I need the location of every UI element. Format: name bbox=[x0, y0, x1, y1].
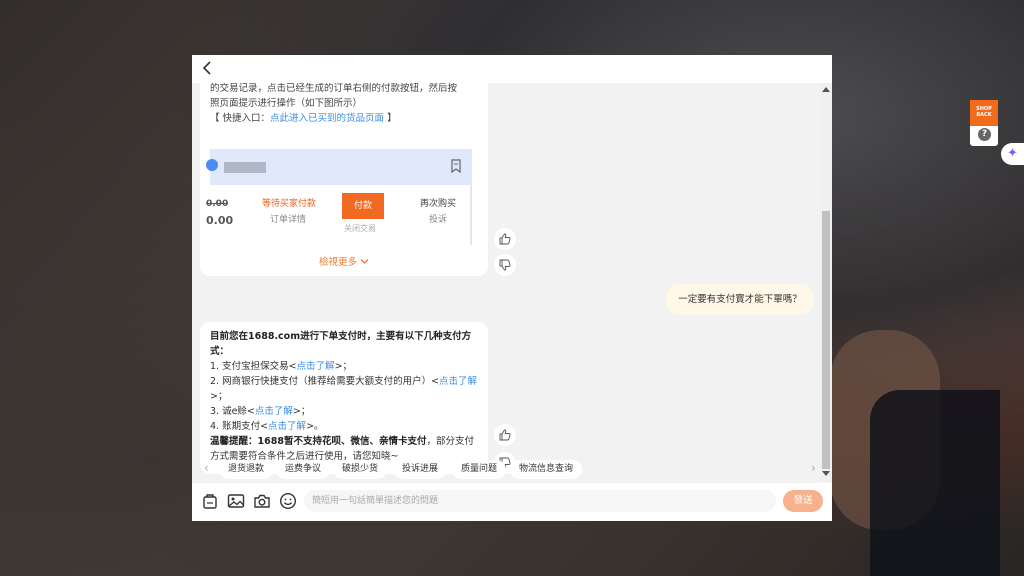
thumbs-up-icon bbox=[499, 233, 511, 245]
thumbs-up-button[interactable] bbox=[494, 228, 516, 250]
send-button[interactable]: 發送 bbox=[783, 490, 823, 512]
payment-item-4: 4. 账期支付<点击了解>。 bbox=[210, 419, 478, 434]
chevron-right-icon[interactable]: › bbox=[811, 461, 821, 475]
chevron-left-icon bbox=[202, 61, 211, 75]
chat-window: 的交易记录，点击已经生成的订单右侧的付款按钮，然后按 照页面提示进行操作（如下图… bbox=[192, 55, 832, 521]
learn-more-link[interactable]: 点击了解 bbox=[439, 376, 477, 387]
side-widget: SHOP BACK ? bbox=[970, 100, 998, 146]
quick-entry-prefix: 【 快捷入口： bbox=[210, 113, 271, 124]
view-more-button[interactable]: 檢視更多 bbox=[200, 255, 488, 270]
payment-intro: 目前您在1688.com进行下单支付时，主要有以下几种支付方式： bbox=[210, 331, 472, 357]
quick-chip[interactable]: 质量问题 bbox=[452, 460, 507, 479]
user-message: 一定要有支付寶才能下單嗎？ bbox=[666, 284, 814, 315]
chat-header bbox=[192, 55, 832, 83]
shopback-badge[interactable]: SHOP BACK bbox=[970, 100, 998, 126]
quick-reply-bar: ‹ 退货退款 运费争议 破损少货 投诉进展 质量问题 物流信息查询 › bbox=[192, 457, 832, 481]
order-detail-link: 订单详情 bbox=[270, 215, 307, 225]
order-bag-icon[interactable] bbox=[201, 492, 219, 510]
bot-message-text: 的交易记录，点击已经生成的订单右侧的付款按钮，然后按 照页面提示进行操作（如下图… bbox=[210, 83, 478, 126]
view-more-label: 檢視更多 bbox=[318, 257, 357, 268]
message-input[interactable] bbox=[304, 490, 776, 512]
order-screenshot: 0.00 0.00 等待买家付款 订单详情 付款 关闭交易 再次购买 投诉 bbox=[206, 149, 472, 245]
payment-item-end: >。 bbox=[306, 421, 324, 432]
quick-entry-suffix: 】 bbox=[384, 113, 397, 124]
payment-item-end: >； bbox=[292, 406, 311, 417]
order-status: 等待买家付款 bbox=[262, 199, 317, 209]
bot-message-payment: 目前您在1688.com进行下单支付时，主要有以下几种支付方式： 1. 支付宝担… bbox=[200, 322, 488, 474]
learn-more-link[interactable]: 点击了解 bbox=[268, 421, 306, 432]
payment-item-text: 3. 诚e赊< bbox=[210, 406, 255, 417]
order-avatar bbox=[206, 159, 218, 171]
payment-item-end: >； bbox=[334, 361, 353, 372]
thumbs-up-icon bbox=[499, 429, 511, 441]
camera-icon[interactable] bbox=[253, 492, 271, 510]
learn-more-link[interactable]: 点击了解 bbox=[255, 406, 293, 417]
bookmark-icon bbox=[451, 159, 461, 173]
quick-chip[interactable]: 退货退款 bbox=[219, 460, 274, 479]
thumbs-down-button[interactable] bbox=[494, 254, 516, 276]
vertical-scrollbar[interactable] bbox=[820, 83, 832, 481]
payment-item-3: 3. 诚e赊<点击了解>； bbox=[210, 404, 478, 419]
pay-button-illustration: 付款 bbox=[342, 193, 384, 219]
thumbs-down-icon bbox=[499, 259, 511, 271]
scroll-up-arrow[interactable] bbox=[822, 87, 830, 92]
payment-item-text: 2. 网商银行快捷支付（推荐给需要大额支付的用户）< bbox=[210, 376, 440, 387]
input-bar: 發送 bbox=[192, 483, 832, 521]
payment-item-text: 4. 账期支付< bbox=[210, 421, 269, 432]
help-icon[interactable]: ? bbox=[978, 128, 991, 141]
blurred-shop-name bbox=[224, 162, 266, 173]
quick-chip[interactable]: 破损少货 bbox=[333, 460, 388, 479]
order-price: 0.00 bbox=[206, 214, 234, 227]
close-trade-label: 关闭交易 bbox=[344, 224, 376, 233]
order-action-row: 0.00 0.00 等待买家付款 订单详情 付款 关闭交易 再次购买 投诉 bbox=[206, 193, 472, 243]
order-header-strip bbox=[206, 149, 472, 185]
payment-tip-bold: 温馨提醒：1688暂不支持花呗、微信、亲情卡支付 bbox=[210, 436, 427, 447]
rebuy-label: 再次购买 bbox=[420, 199, 457, 209]
payment-item-end: >； bbox=[210, 391, 228, 402]
payment-item-2: 2. 网商银行快捷支付（推荐给需要大额支付的用户）<点击了解 >； bbox=[210, 374, 478, 404]
complaint-label: 投诉 bbox=[429, 215, 448, 225]
message-line: 照页面提示进行操作（如下图所示） bbox=[210, 98, 363, 109]
chevron-down-icon bbox=[360, 259, 369, 264]
purchased-goods-link[interactable]: 点此进入已买到的货品页面 bbox=[270, 113, 384, 124]
chevron-left-icon[interactable]: ‹ bbox=[204, 461, 214, 475]
payment-item-1: 1. 支付宝担保交易<点击了解>； bbox=[210, 359, 478, 374]
image-icon[interactable] bbox=[227, 492, 245, 510]
quick-chip[interactable]: 物流信息查询 bbox=[510, 460, 583, 479]
quick-chip[interactable]: 运费争议 bbox=[276, 460, 331, 479]
back-button[interactable] bbox=[202, 61, 216, 77]
payment-item-text: 1. 支付宝担保交易< bbox=[210, 361, 297, 372]
message-line: 的交易记录，点击已经生成的订单右侧的付款按钮，然后按 bbox=[210, 83, 458, 94]
bot-message-order: 的交易记录，点击已经生成的订单右侧的付款按钮，然后按 照页面提示进行操作（如下图… bbox=[200, 83, 488, 276]
ai-sparkle-button[interactable]: ✦ bbox=[1001, 143, 1024, 165]
quick-chip[interactable]: 投诉进展 bbox=[393, 460, 448, 479]
emoji-icon[interactable] bbox=[279, 492, 297, 510]
original-price: 0.00 bbox=[206, 199, 229, 209]
message-list: 的交易记录，点击已经生成的订单右侧的付款按钮，然后按 照页面提示进行操作（如下图… bbox=[192, 83, 820, 507]
quick-entry-line: 【 快捷入口：点此进入已买到的货品页面 】 bbox=[210, 111, 478, 126]
thumbs-up-button[interactable] bbox=[494, 424, 516, 446]
learn-more-link[interactable]: 点击了解 bbox=[297, 361, 335, 372]
scroll-thumb[interactable] bbox=[822, 211, 830, 469]
